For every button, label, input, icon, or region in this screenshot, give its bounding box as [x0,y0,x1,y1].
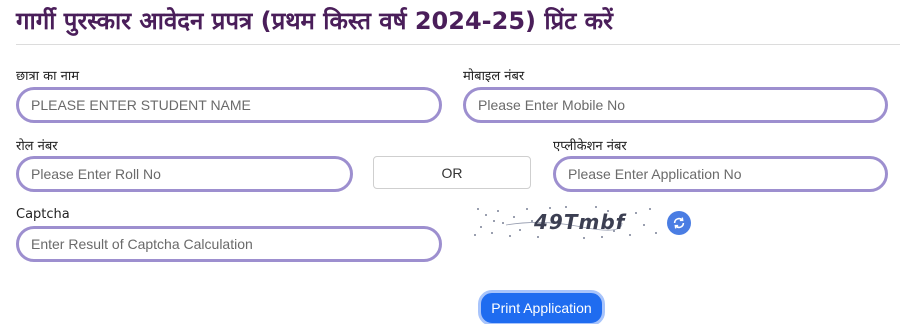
captcha-label: Captcha [16,207,70,222]
mobile-label: मोबाइल नंबर [463,69,525,84]
page-title: गार्गी पुरस्कार आवेदन प्रपत्र (प्रथम किस… [16,7,613,35]
application-no-input[interactable] [553,156,888,192]
roll-no-label: रोल नंबर [16,139,58,154]
captcha-image: 49Tmbf [474,206,657,239]
refresh-icon [673,217,685,229]
print-application-button[interactable]: Print Application [478,290,605,324]
captcha-text: 49Tmbf [533,210,627,234]
or-separator: OR [373,156,531,189]
application-no-label: एप्लीकेशन नंबर [553,139,627,154]
captcha-input[interactable] [16,226,442,262]
student-name-input[interactable] [16,87,442,123]
mobile-input[interactable] [463,87,888,123]
student-name-label: छात्रा का नाम [16,69,79,84]
roll-no-input[interactable] [16,156,353,192]
title-divider [16,44,900,45]
refresh-captcha-button[interactable] [667,211,691,235]
